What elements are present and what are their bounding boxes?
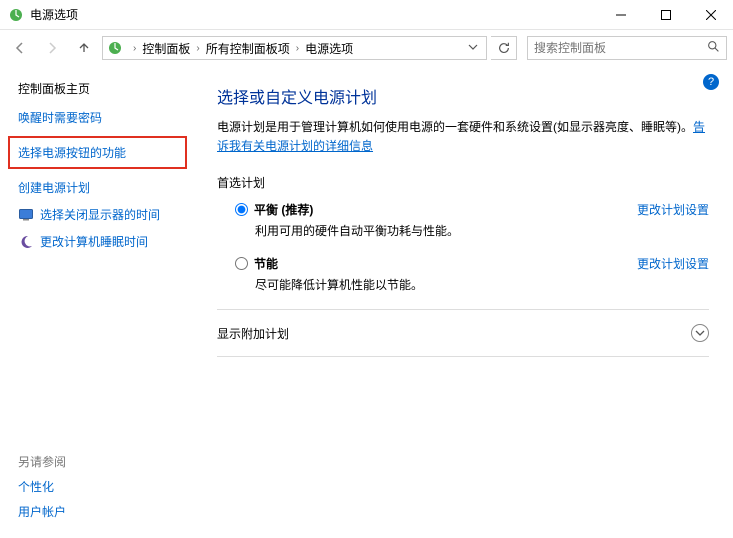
divider [217,356,709,357]
plan-description: 利用可用的硬件自动平衡功耗与性能。 [255,222,709,239]
divider [217,309,709,310]
plan-description: 尽可能降低计算机性能以节能。 [255,276,709,293]
chevron-right-icon[interactable]: › [192,43,203,54]
nav-back-button[interactable] [6,34,34,62]
sidebar-link-display-off[interactable]: 选择关闭显示器的时间 [18,206,183,223]
power-plan-balanced: 平衡 (推荐) 利用可用的硬件自动平衡功耗与性能。 更改计划设置 [235,201,709,239]
main-content: ? 选择或自定义电源计划 电源计划是用于管理计算机如何使用电源的一套硬件和系统设… [195,66,733,538]
refresh-button[interactable] [491,36,517,60]
plan-radio-powersaver[interactable] [235,257,248,270]
breadcrumb-dropdown-icon[interactable] [464,41,482,55]
breadcrumb-item[interactable]: 控制面板 [142,40,190,57]
page-description: 电源计划是用于管理计算机如何使用电源的一套硬件和系统设置(如显示器亮度、睡眠等)… [217,118,709,156]
chevron-right-icon[interactable]: › [292,43,303,54]
search-box[interactable] [527,36,727,60]
breadcrumb-item[interactable]: 所有控制面板项 [206,40,290,57]
minimize-button[interactable] [598,0,643,30]
see-also-header: 另请参阅 [18,453,183,470]
see-also-user-accounts[interactable]: 用户帐户 [18,503,183,520]
sidebar-link-wake-password[interactable]: 唤醒时需要密码 [18,109,183,126]
search-input[interactable] [534,41,707,55]
additional-plans-expander[interactable]: 显示附加计划 [217,320,709,346]
breadcrumb-icon [107,40,123,56]
sidebar-link-label: 唤醒时需要密码 [18,109,102,126]
monitor-icon [18,207,34,223]
search-icon[interactable] [707,40,720,56]
sidebar-home[interactable]: 控制面板主页 [18,80,183,97]
help-icon[interactable]: ? [703,74,719,90]
change-plan-link[interactable]: 更改计划设置 [637,201,709,218]
sidebar-link-create-plan[interactable]: 创建电源计划 [18,179,183,196]
titlebar: 电源选项 [0,0,733,30]
window-title: 电源选项 [30,6,78,23]
sidebar-link-sleep[interactable]: 更改计算机睡眠时间 [18,233,183,250]
power-plan-powersaver: 节能 尽可能降低计算机性能以节能。 更改计划设置 [235,255,709,293]
sidebar-link-label: 选择电源按钮的功能 [18,144,126,161]
plan-name[interactable]: 平衡 (推荐) [254,201,313,218]
additional-plans-label: 显示附加计划 [217,325,289,342]
description-text: 电源计划是用于管理计算机如何使用电源的一套硬件和系统设置(如显示器亮度、睡眠等)… [217,120,693,134]
sidebar-link-power-button[interactable]: 选择电源按钮的功能 [8,136,187,169]
sidebar: 控制面板主页 唤醒时需要密码 选择电源按钮的功能 创建电源计划 选择关闭显示器的… [0,66,195,538]
nav-forward-button[interactable] [38,34,66,62]
sidebar-link-label: 选择关闭显示器的时间 [40,206,160,223]
app-icon [8,7,24,23]
breadcrumb-item[interactable]: 电源选项 [305,40,353,57]
nav-up-button[interactable] [70,34,98,62]
breadcrumb[interactable]: › 控制面板 › 所有控制面板项 › 电源选项 [102,36,487,60]
preferred-plans-heading: 首选计划 [217,174,709,191]
see-also-personalization[interactable]: 个性化 [18,478,183,495]
toolbar: › 控制面板 › 所有控制面板项 › 电源选项 [0,30,733,66]
plan-radio-balanced[interactable] [235,203,248,216]
chevron-down-icon[interactable] [691,324,709,342]
change-plan-link[interactable]: 更改计划设置 [637,255,709,272]
sidebar-link-label: 更改计算机睡眠时间 [40,233,148,250]
close-button[interactable] [688,0,733,30]
plan-name[interactable]: 节能 [254,255,278,272]
body: 控制面板主页 唤醒时需要密码 选择电源按钮的功能 创建电源计划 选择关闭显示器的… [0,66,733,538]
sidebar-link-label: 创建电源计划 [18,179,90,196]
maximize-button[interactable] [643,0,688,30]
page-heading: 选择或自定义电源计划 [217,84,709,108]
moon-icon [18,234,34,250]
chevron-right-icon[interactable]: › [129,43,140,54]
